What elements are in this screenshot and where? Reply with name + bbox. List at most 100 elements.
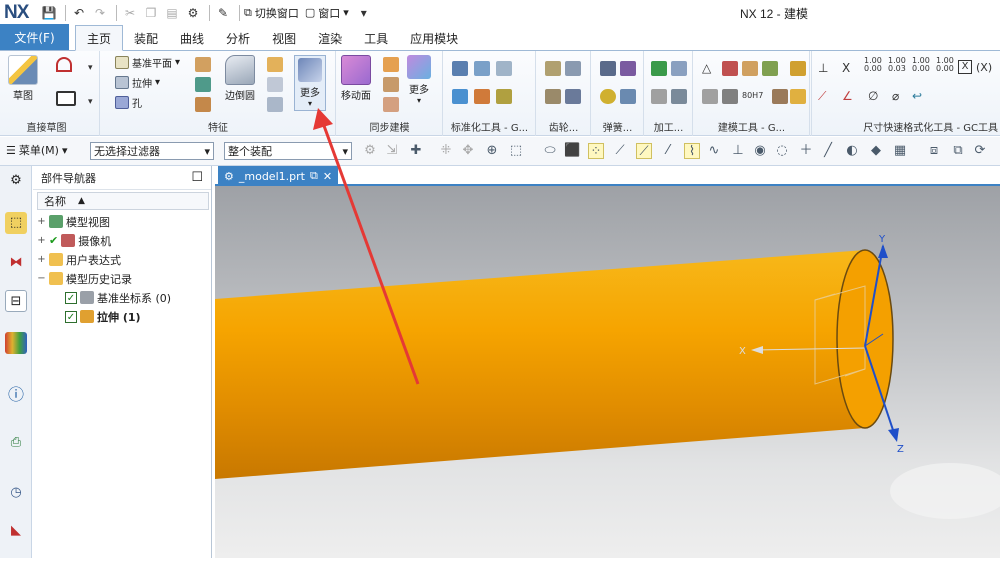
boss-icon[interactable] xyxy=(195,57,211,72)
lasso-icon[interactable]: ✥ xyxy=(460,143,476,159)
collapse-icon[interactable]: − xyxy=(37,273,46,284)
tree-item-datum-csys[interactable]: ✓ 基准坐标系 (0) xyxy=(37,288,211,307)
nut-icon[interactable] xyxy=(496,61,512,76)
coil-spring-icon[interactable] xyxy=(600,61,616,76)
refresh-icon[interactable]: ⟳ xyxy=(972,143,988,159)
diameter-alt-icon[interactable]: ⌀ xyxy=(892,89,899,103)
select-all-icon[interactable]: ⊕ xyxy=(484,143,500,159)
web-browser-icon[interactable]: ⓘ xyxy=(5,384,27,406)
coins-icon[interactable] xyxy=(790,61,806,76)
column-header-name[interactable]: 名称 ▲ xyxy=(37,192,209,210)
unite-icon[interactable] xyxy=(195,77,211,92)
sync-more-button[interactable]: 更多 ▾ xyxy=(407,55,431,105)
part-navigator-icon[interactable]: ⊟ xyxy=(5,290,27,312)
hole-button[interactable]: 孔 xyxy=(115,95,142,110)
document-tab[interactable]: ⚙ _model1.prt ⧉ ✕ xyxy=(218,166,339,186)
face-icon[interactable]: ⬭ xyxy=(542,143,558,159)
control-point-icon[interactable]: ⁄ xyxy=(660,143,676,159)
close-icon[interactable]: ✕ xyxy=(323,170,332,183)
rectangle-icon[interactable] xyxy=(56,91,76,106)
endpoint-icon[interactable]: ⟋ xyxy=(612,143,628,159)
existing-point-icon[interactable]: ＋ xyxy=(798,143,814,159)
diameter-icon[interactable]: ∅ xyxy=(868,89,878,103)
undo-icon[interactable]: ↶ xyxy=(70,4,88,22)
edge-blend-button[interactable]: 边倒圆 xyxy=(225,55,255,102)
note-icon[interactable] xyxy=(742,61,758,76)
assembly-navigator-icon[interactable]: ⬚ xyxy=(5,212,27,234)
history-icon[interactable]: ⎙ xyxy=(5,432,27,454)
quadrant-icon[interactable]: ◌ xyxy=(774,143,790,159)
shell-icon[interactable] xyxy=(267,77,283,92)
snap-point-icon[interactable]: ⁘ xyxy=(588,143,604,159)
fit-icon[interactable]: ⧈ xyxy=(926,143,942,159)
pull-face-icon[interactable] xyxy=(383,57,399,72)
switch-window-button[interactable]: ⧉ 切换窗口 xyxy=(244,5,299,21)
midpoint-icon[interactable]: ⟋ xyxy=(636,143,652,159)
redo-icon[interactable]: ↷ xyxy=(91,4,109,22)
disc-spring-icon[interactable] xyxy=(600,89,616,104)
select-icon[interactable]: ⇲ xyxy=(384,143,400,159)
return-icon[interactable]: ↩ xyxy=(912,89,922,103)
tolerance-format-1[interactable]: 1.00 0.00 xyxy=(864,57,882,73)
slash-icon[interactable]: ⟋ xyxy=(818,89,826,104)
filter-icon[interactable]: ⚙ xyxy=(362,143,378,159)
check-icon[interactable] xyxy=(651,61,667,76)
spur-gear-icon[interactable] xyxy=(545,61,561,76)
visibility-checkbox[interactable]: ✓ xyxy=(65,291,77,304)
helical-gear-icon[interactable] xyxy=(565,61,581,76)
constraint-navigator-icon[interactable]: ⧓ xyxy=(5,252,27,274)
point-on-curve-icon[interactable]: ⊥ xyxy=(730,143,746,159)
tab-analysis[interactable]: 分析 xyxy=(215,26,261,50)
save-icon[interactable]: 💾 xyxy=(40,4,58,22)
line-icon[interactable]: ╱ xyxy=(820,143,836,159)
grid-icon[interactable] xyxy=(762,61,778,76)
spring-calc-icon[interactable] xyxy=(620,89,636,104)
fastener-icon[interactable] xyxy=(452,89,468,104)
render-icon[interactable]: ◆ xyxy=(868,143,884,159)
tab-view[interactable]: 视图 xyxy=(261,26,307,50)
view-icon[interactable]: ◐ xyxy=(844,143,860,159)
bolt-icon[interactable] xyxy=(474,61,490,76)
snap-icon[interactable]: ✚ xyxy=(408,143,424,159)
tolerance-icon[interactable] xyxy=(671,89,687,104)
tolerance-format-3[interactable]: 1.00 0.00 xyxy=(912,57,930,73)
washer-icon[interactable] xyxy=(496,89,512,104)
tree-item-model-views[interactable]: + 模型视图 xyxy=(37,212,211,231)
expand-icon[interactable]: + xyxy=(37,235,46,246)
touch-mode-icon[interactable]: ✎ xyxy=(214,4,232,22)
expand-icon[interactable]: + xyxy=(37,216,46,227)
paste-icon[interactable]: ▤ xyxy=(163,4,181,22)
tab-home[interactable]: 主页 xyxy=(75,25,124,51)
visibility-checkbox[interactable]: ✓ xyxy=(65,310,77,323)
model-viewport[interactable]: X Y Z xyxy=(215,186,1000,558)
machining-icon[interactable] xyxy=(671,61,687,76)
gear-icon[interactable]: ⚙ xyxy=(5,170,27,192)
offset-region-icon[interactable] xyxy=(383,77,399,92)
profile-icon[interactable] xyxy=(56,57,72,72)
body-icon[interactable]: ⬛ xyxy=(564,143,580,159)
tab-tools[interactable]: 工具 xyxy=(353,26,399,50)
copy-icon[interactable]: ❐ xyxy=(142,4,160,22)
datum-plane-button[interactable]: 基准平面 ▾ xyxy=(115,55,180,70)
move-face-button[interactable]: 移动面 xyxy=(341,55,371,102)
angle-icon[interactable]: ∠ xyxy=(842,89,853,103)
cross-select-icon[interactable]: ⁜ xyxy=(438,143,454,159)
expand-icon[interactable]: + xyxy=(37,254,46,265)
layer-view-icon[interactable]: ▦ xyxy=(892,143,908,159)
layer-icon[interactable] xyxy=(722,89,738,104)
cut-icon[interactable]: ✂ xyxy=(121,4,139,22)
dropdown-icon[interactable]: ▾ xyxy=(88,97,93,107)
popout-icon[interactable]: ⧉ xyxy=(310,169,318,183)
leaf-spring-icon[interactable] xyxy=(620,61,636,76)
replace-face-icon[interactable] xyxy=(383,97,399,112)
zoom-icon[interactable]: ⧉ xyxy=(950,143,966,159)
chamfer-icon[interactable] xyxy=(267,57,283,72)
tab-assembly[interactable]: 装配 xyxy=(123,26,169,50)
table-icon[interactable] xyxy=(722,61,738,76)
tree-item-user-expressions[interactable]: + 用户表达式 xyxy=(37,250,211,269)
feature-more-button[interactable]: 更多 ▾ xyxy=(294,55,326,111)
menu-button[interactable]: ☰ 菜单(M) ▾ xyxy=(6,142,67,158)
bracket-x-label[interactable]: (X) xyxy=(976,61,992,74)
x-symbol[interactable]: X xyxy=(842,61,850,75)
draft-icon[interactable] xyxy=(267,97,283,112)
